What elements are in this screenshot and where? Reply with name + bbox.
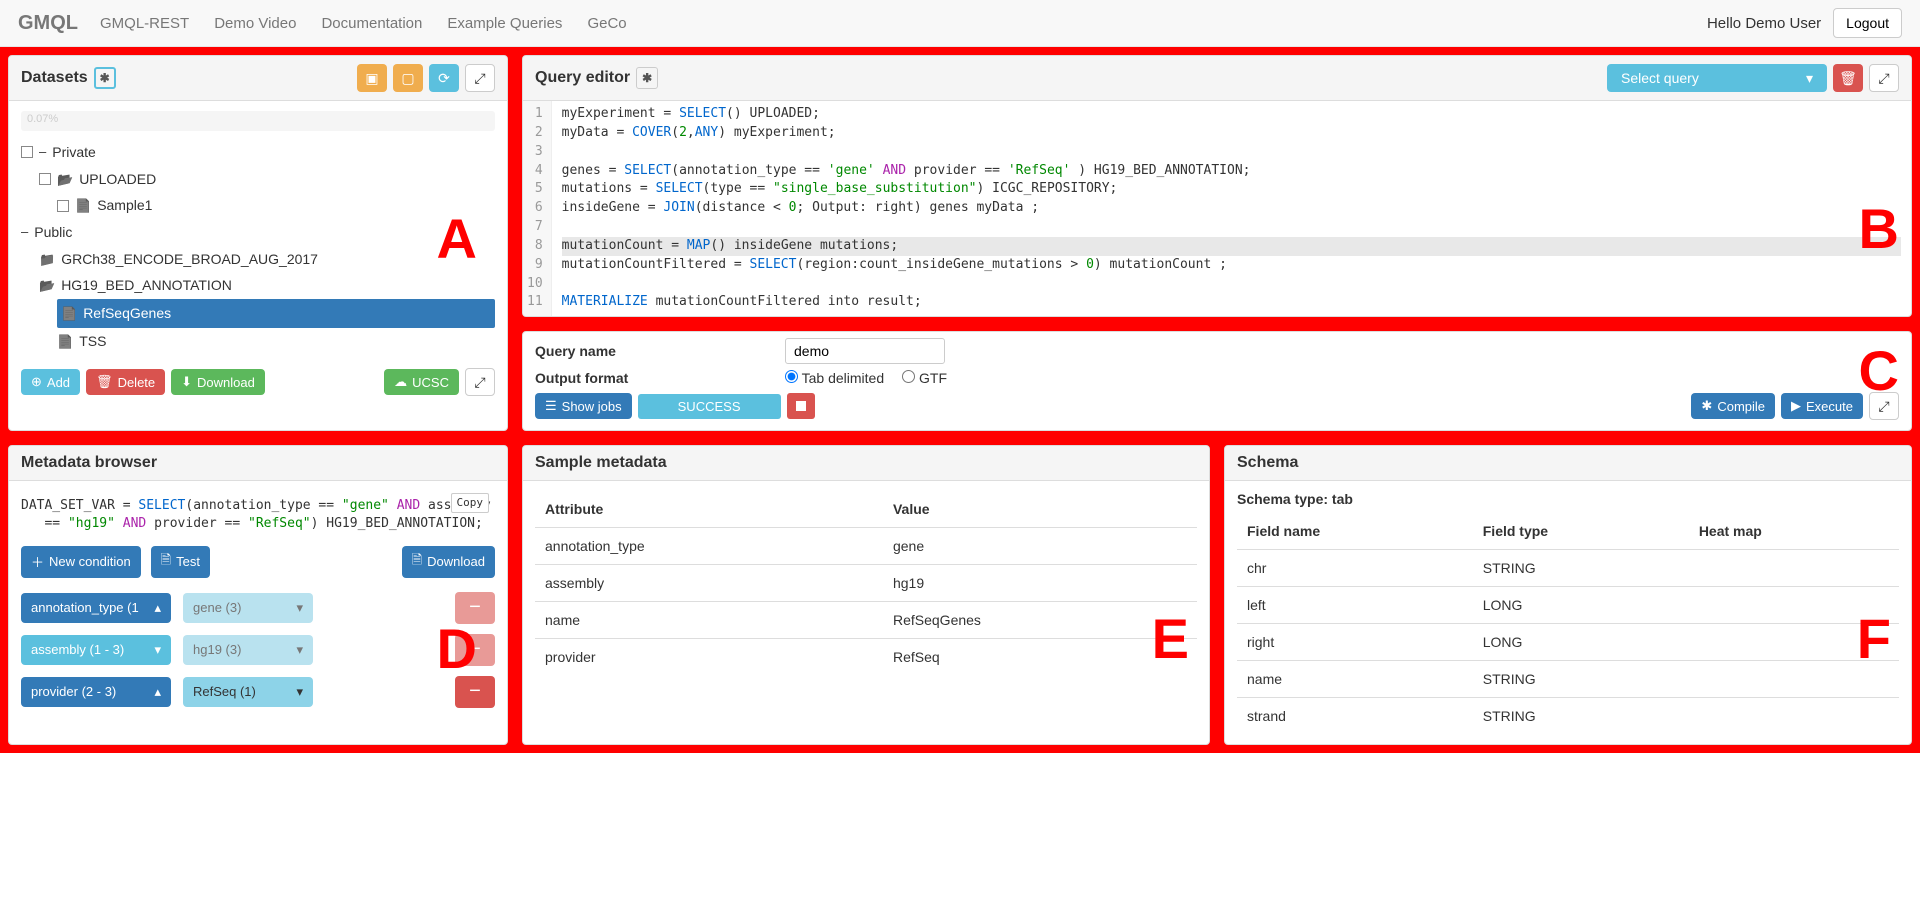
file-icon [61, 300, 77, 327]
add-button[interactable]: ⊕ Add [21, 369, 80, 395]
cond-val-hg19[interactable]: hg19 (3)▾ [183, 635, 313, 665]
table-row: rightLONG [1237, 624, 1899, 661]
schema-type-label: Schema type: tab [1237, 491, 1899, 507]
table-row: annotation_typegene [535, 528, 1197, 565]
main-grid: Datasets ✱ ▣ ▢ ⟳ ⤢ 0.07% —Private UPLOAD… [0, 47, 1920, 753]
sample-metadata-panel: Sample metadata AttributeValue annotatio… [522, 445, 1210, 745]
table-row: nameSTRING [1237, 661, 1899, 698]
execute-button[interactable]: ▶ Execute [1781, 393, 1863, 419]
nav-demo-video[interactable]: Demo Video [214, 15, 296, 32]
table-row: chrSTRING [1237, 550, 1899, 587]
collapse-all-button[interactable]: ▣ [357, 64, 387, 92]
sample-metadata-table: AttributeValue annotation_typegene assem… [535, 491, 1197, 675]
tree-refseqgenes[interactable]: RefSeqGenes [57, 299, 495, 328]
tree-ds2[interactable]: HG19_BED_ANNOTATION [39, 272, 495, 299]
tree-tss[interactable]: TSS [57, 328, 495, 355]
nav-documentation[interactable]: Documentation [321, 15, 422, 32]
fullscreen-icon[interactable]: ⤢ [1869, 392, 1899, 420]
cond-key-annotation-type[interactable]: annotation_type (1▴ [21, 593, 171, 623]
metadata-browser-title: Metadata browser [21, 454, 157, 472]
chevron-down-icon: ▾ [154, 642, 161, 658]
table-row: leftLONG [1237, 587, 1899, 624]
schema-table: Field nameField typeHeat map chrSTRING l… [1237, 513, 1899, 734]
gear-icon[interactable]: ✱ [636, 67, 658, 89]
show-jobs-button[interactable]: ☰ Show jobs [535, 393, 632, 419]
editor-gutter: 1234567891011 [523, 101, 552, 316]
chevron-up-icon: ▴ [154, 600, 161, 616]
new-condition-button[interactable]: ＋ New condition [21, 546, 141, 578]
chevron-down-icon: ▾ [296, 642, 303, 658]
download-metadata-button[interactable]: 🗎 Download [402, 546, 495, 578]
delete-query-button[interactable]: 🗑 [1833, 64, 1863, 92]
top-navbar: GMQL GMQL-REST Demo Video Documentation … [0, 0, 1920, 47]
radio-gtf[interactable]: GTF [902, 370, 947, 386]
folder-icon [39, 246, 55, 273]
nav-example-queries[interactable]: Example Queries [447, 15, 562, 32]
sample-metadata-title: Sample metadata [535, 454, 667, 472]
expand-all-button[interactable]: ▢ [393, 64, 423, 92]
query-controls-panel: Query name Output format Tab delimited G… [522, 331, 1912, 431]
chevron-down-icon: ▾ [1806, 70, 1813, 87]
query-name-label: Query name [535, 343, 785, 359]
refresh-button[interactable]: ⟳ [429, 64, 459, 92]
query-editor-panel: Query editor ✱ Select query▾ 🗑 ⤢ 1234567… [522, 55, 1912, 317]
metadata-query-text: DATA_SET_VAR = SELECT(annotation_type ==… [21, 491, 495, 545]
ucsc-button[interactable]: ☁ UCSC [384, 369, 459, 395]
datasets-panel: Datasets ✱ ▣ ▢ ⟳ ⤢ 0.07% —Private UPLOAD… [8, 55, 508, 431]
chevron-up-icon: ▴ [154, 684, 161, 700]
cond-key-assembly[interactable]: assembly (1 - 3)▾ [21, 635, 171, 665]
table-row: assemblyhg19 [535, 565, 1197, 602]
schema-title: Schema [1237, 454, 1298, 472]
download-button[interactable]: ⬇ Download [171, 369, 265, 395]
fullscreen-icon[interactable]: ⤢ [465, 368, 495, 396]
query-editor-title: Query editor [535, 69, 630, 87]
editor-code[interactable]: myExperiment = SELECT() UPLOADED; myData… [552, 101, 1911, 316]
tree-private[interactable]: —Private [21, 139, 495, 166]
tree-ds1[interactable]: GRCh38_ENCODE_BROAD_AUG_2017 [39, 246, 495, 273]
chevron-down-icon: ▾ [296, 684, 303, 700]
radio-tab[interactable]: Tab delimited [785, 370, 884, 386]
output-format-label: Output format [535, 370, 785, 386]
compile-button[interactable]: ✱ Compile [1691, 393, 1775, 419]
nav-geco[interactable]: GeCo [587, 15, 626, 32]
tree-sample1[interactable]: Sample1 [57, 192, 495, 219]
folder-icon [57, 166, 73, 193]
folder-icon [39, 272, 55, 299]
remove-condition-button[interactable]: − [455, 676, 495, 708]
delete-button[interactable]: 🗑 Delete [86, 369, 165, 395]
dataset-tree: —Private UPLOADED Sample1 —Public GRCh38… [21, 139, 495, 354]
cond-val-gene[interactable]: gene (3)▾ [183, 593, 313, 623]
test-button[interactable]: 🗎 Test [151, 546, 210, 578]
datasets-title: Datasets [21, 69, 88, 87]
table-row: nameRefSeqGenes [535, 602, 1197, 639]
fullscreen-icon[interactable]: ⤢ [465, 64, 495, 92]
cond-val-refseq[interactable]: RefSeq (1)▾ [183, 677, 313, 707]
query-name-input[interactable] [785, 338, 945, 364]
stop-button[interactable] [787, 393, 815, 419]
metadata-browser-panel: Metadata browser DATA_SET_VAR = SELECT(a… [8, 445, 508, 745]
logout-button[interactable]: Logout [1833, 8, 1902, 38]
file-icon [57, 328, 73, 355]
schema-panel: Schema Schema type: tab Field nameField … [1224, 445, 1912, 745]
table-row: providerRefSeq [535, 639, 1197, 676]
nav-gmql-rest[interactable]: GMQL-REST [100, 15, 189, 32]
brand: GMQL [18, 12, 78, 35]
progress-bar: 0.07% [21, 111, 495, 131]
chevron-down-icon: ▾ [296, 600, 303, 616]
remove-condition-button[interactable]: − [455, 634, 495, 666]
fullscreen-icon[interactable]: ⤢ [1869, 64, 1899, 92]
code-editor[interactable]: 1234567891011 myExperiment = SELECT() UP… [523, 101, 1911, 316]
gear-icon[interactable]: ✱ [94, 67, 116, 89]
tree-uploaded[interactable]: UPLOADED [39, 166, 495, 193]
status-badge: SUCCESS [638, 394, 781, 419]
copy-button[interactable]: Copy [451, 493, 490, 512]
remove-condition-button[interactable]: − [455, 592, 495, 624]
tree-public[interactable]: —Public [21, 219, 495, 246]
table-row: strandSTRING [1237, 698, 1899, 735]
cond-key-provider[interactable]: provider (2 - 3)▴ [21, 677, 171, 707]
select-query-dropdown[interactable]: Select query▾ [1607, 64, 1827, 92]
greeting-text: Hello Demo User [1707, 15, 1821, 32]
file-icon [75, 192, 91, 219]
